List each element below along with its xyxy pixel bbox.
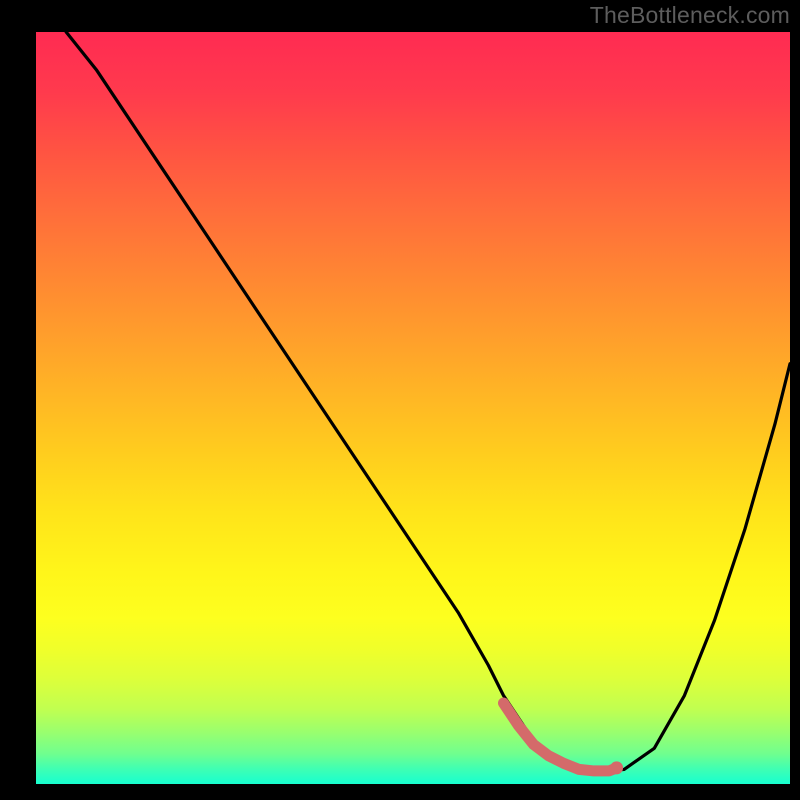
chart-frame: TheBottleneck.com <box>0 0 800 800</box>
optimal-range-end-marker <box>610 761 623 774</box>
bottleneck-curve <box>66 32 790 771</box>
watermark-text: TheBottleneck.com <box>590 2 790 29</box>
plot-area <box>36 32 790 784</box>
chart-svg <box>36 32 790 786</box>
optimal-range-line <box>503 703 616 771</box>
